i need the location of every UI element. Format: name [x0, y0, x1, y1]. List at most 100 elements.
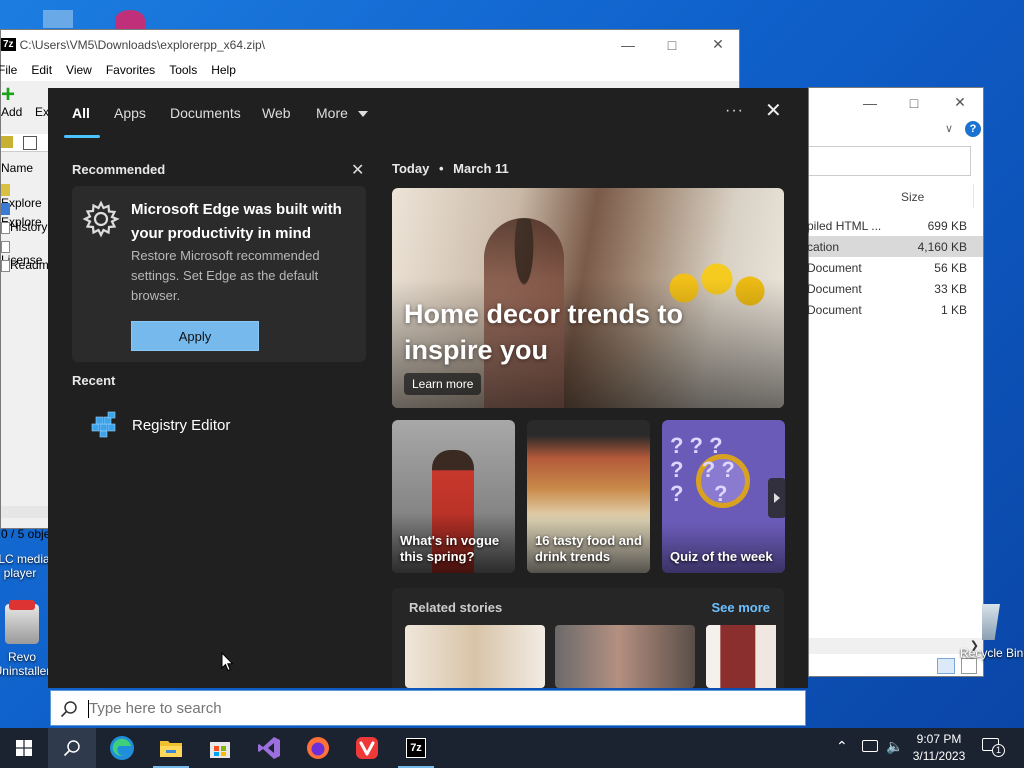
desktop-icon-top-partial[interactable] — [28, 10, 88, 28]
show-hidden-icons-button[interactable]: ⌃ — [836, 738, 848, 755]
toolbar: + Add Ext — [1, 83, 52, 125]
menu-help[interactable]: Help — [211, 63, 236, 77]
horizontal-scrollbar[interactable] — [1, 506, 49, 518]
close-button[interactable]: ✕ — [937, 88, 983, 117]
desktop-icon-recycle-bin[interactable]: Recycle Bin — [960, 604, 1024, 660]
see-more-link[interactable]: See more — [711, 600, 770, 615]
explorer-window[interactable]: — □ ✕ ∨ ? Size piled HTML ... 699 KB cat… — [807, 87, 984, 677]
app-icon — [115, 10, 145, 30]
table-row[interactable]: Document 56 KB — [807, 257, 983, 278]
start-icon — [16, 740, 32, 756]
taskbar-app[interactable] — [196, 728, 244, 768]
add-button[interactable]: + Add — [1, 83, 22, 120]
close-button[interactable]: ✕ — [695, 30, 741, 59]
visual-studio-icon — [258, 737, 280, 759]
card-label: 16 tasty food and drink trends — [535, 533, 642, 564]
carousel-next-button[interactable] — [768, 478, 786, 518]
table-row-selected[interactable]: cation 4,160 KB — [807, 236, 983, 257]
taskbar-app[interactable] — [147, 728, 195, 768]
taskbar-app[interactable] — [245, 728, 293, 768]
exe-file-icon — [1, 202, 10, 215]
search-tabs: All Apps Documents Web More ··· ✕ — [48, 88, 808, 138]
tab-web[interactable]: Web — [262, 105, 291, 121]
menu-favorites[interactable]: Favorites — [106, 63, 155, 77]
start-button[interactable] — [0, 728, 48, 768]
taskbar-app[interactable]: 7z — [392, 728, 440, 768]
large-icons-view-icon[interactable] — [961, 658, 977, 674]
more-options-icon[interactable]: ··· — [725, 102, 744, 120]
taskbar-search-button[interactable] — [48, 728, 96, 768]
gear-icon — [82, 200, 120, 238]
news-card[interactable]: What's in vogue this spring? — [392, 420, 515, 573]
tab-apps[interactable]: Apps — [114, 105, 146, 121]
clock-date: 3/11/2023 — [912, 749, 966, 763]
minimize-button[interactable]: — — [605, 30, 651, 59]
menu-view[interactable]: View — [66, 63, 92, 77]
taskbar-app[interactable] — [294, 728, 342, 768]
help-icon[interactable]: ? — [965, 121, 981, 137]
folder-view-icon[interactable] — [23, 136, 37, 150]
desktop-icon-top-partial-2[interactable] — [100, 10, 160, 30]
tab-all[interactable]: All — [72, 105, 90, 121]
notification-center-button[interactable]: 1 — [982, 738, 1005, 757]
taskbar-search-box[interactable] — [50, 690, 806, 726]
file-explorer-icon — [160, 741, 182, 757]
desktop-icon-revo[interactable]: Revo Uninstaller — [0, 600, 52, 678]
chevron-down-icon[interactable]: ∨ — [945, 122, 953, 135]
question-marks: ? ? ?? ? ?? ? — [670, 433, 735, 506]
related-story-card[interactable] — [706, 625, 776, 688]
tab-more[interactable]: More — [316, 105, 368, 121]
table-row[interactable]: Document 1 KB — [807, 299, 983, 320]
recommended-title: Microsoft Edge was built with your produ… — [131, 201, 342, 242]
desktop-icon-label: VLC media player — [0, 552, 50, 580]
close-icon[interactable]: ✕ — [765, 101, 782, 121]
title-bar[interactable]: 7z C:\Users\VM5\Downloads\explorerpp_x64… — [1, 30, 739, 59]
text-file-icon — [1, 221, 10, 234]
clock[interactable]: 9:07 PM 3/11/2023 — [904, 731, 974, 765]
store-icon — [210, 742, 230, 758]
list-item[interactable]: Explore — [1, 182, 49, 210]
taskbar-app[interactable] — [98, 728, 146, 768]
taskbar-app[interactable] — [343, 728, 391, 768]
learn-more-button[interactable]: Learn more — [404, 373, 482, 395]
desktop-icon-label: Revo Uninstaller — [0, 650, 51, 678]
column-header-size[interactable]: Size — [901, 190, 924, 204]
dismiss-recommended-icon[interactable]: ✕ — [351, 160, 364, 180]
maximize-button[interactable]: □ — [649, 30, 695, 59]
details-view-icon[interactable] — [937, 658, 955, 674]
search-box[interactable] — [809, 146, 971, 176]
tab-documents[interactable]: Documents — [170, 105, 241, 121]
menu-file[interactable]: File — [0, 63, 17, 77]
today-date: March 11 — [453, 161, 509, 176]
desktop-icon-vlc[interactable]: VLC media player — [0, 552, 50, 580]
list-item[interactable]: History — [1, 220, 49, 239]
card-label: What's in vogue this spring? — [400, 533, 500, 564]
menu-tools[interactable]: Tools — [169, 63, 197, 77]
list-item[interactable]: Readm — [1, 258, 49, 277]
hero-card[interactable]: Home decor trends to inspire you Learn m… — [392, 188, 784, 408]
minimize-button[interactable]: — — [847, 88, 893, 117]
related-story-card[interactable] — [555, 625, 695, 688]
recent-item[interactable]: Registry Editor — [72, 404, 366, 444]
volume-icon[interactable]: 🔈 — [886, 738, 903, 755]
search-input[interactable] — [89, 694, 789, 722]
card-label: Quiz of the week — [670, 549, 773, 564]
related-section: Related stories See more — [392, 588, 784, 688]
column-header-name[interactable]: Name — [1, 161, 33, 175]
apply-button[interactable]: Apply — [131, 321, 259, 351]
menu-edit[interactable]: Edit — [31, 63, 52, 77]
table-row[interactable]: piled HTML ... 699 KB — [807, 215, 983, 236]
related-story-card[interactable] — [405, 625, 545, 688]
list-item[interactable]: License — [1, 239, 49, 267]
horizontal-scrollbar[interactable]: ❯ — [809, 638, 983, 654]
network-icon[interactable] — [862, 740, 878, 752]
edge-icon — [110, 736, 134, 760]
news-card[interactable]: ? ? ?? ? ?? ? Quiz of the week — [662, 420, 785, 573]
caret-down-icon — [357, 111, 368, 118]
up-folder-icon[interactable] — [1, 136, 13, 148]
table-row[interactable]: Document 33 KB — [807, 278, 983, 299]
firefox-icon — [307, 737, 329, 759]
maximize-button[interactable]: □ — [891, 88, 937, 117]
recommended-body: Restore Microsoft recommended settings. … — [131, 248, 320, 303]
news-card[interactable]: 16 tasty food and drink trends — [527, 420, 650, 573]
